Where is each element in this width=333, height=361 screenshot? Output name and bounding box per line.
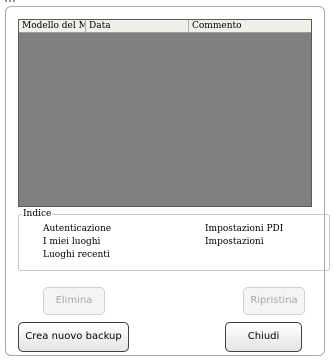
index-link-authentication[interactable]: Autenticazione xyxy=(43,224,111,235)
index-link-poi-settings[interactable]: Impostazioni PDI xyxy=(205,224,283,235)
column-header-model[interactable]: Modello del Mio xyxy=(19,20,86,32)
window-top-edge xyxy=(0,0,333,2)
index-link-my-places[interactable]: I miei luoghi xyxy=(43,237,100,248)
backup-list[interactable]: Modello del Mio Data Commento xyxy=(18,19,312,207)
create-backup-button[interactable]: Crea nuovo backup xyxy=(18,322,129,352)
index-link-recent-places[interactable]: Luoghi recenti xyxy=(43,250,110,261)
index-group: Indice Autenticazione I miei luoghi Luog… xyxy=(18,209,330,271)
index-link-settings[interactable]: Impostazioni xyxy=(205,237,264,248)
restore-button[interactable]: Ripristina xyxy=(243,287,305,315)
column-header-date[interactable]: Data xyxy=(86,20,189,32)
close-button[interactable]: Chiudi xyxy=(225,322,302,352)
index-title: Indice xyxy=(22,209,53,220)
delete-button[interactable]: Elimina xyxy=(43,287,105,315)
list-header: Modello del Mio Data Commento xyxy=(19,20,311,33)
column-header-comment[interactable]: Commento xyxy=(189,20,311,32)
